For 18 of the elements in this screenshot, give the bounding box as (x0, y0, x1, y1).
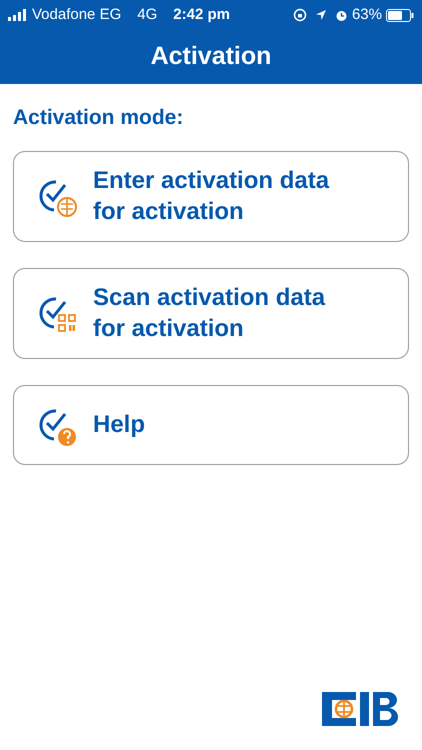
carrier-name: Vodafone EG (32, 4, 122, 25)
help-badge-icon (58, 428, 76, 446)
rotation-lock-icon (292, 8, 307, 22)
alarm-clock-icon (334, 8, 348, 22)
screen-title: Activation (150, 41, 272, 72)
location-arrow-icon (314, 9, 327, 21)
signal-icon (8, 9, 28, 21)
section-title: Activation mode: (13, 105, 184, 131)
battery-percentage: 63% (352, 4, 382, 25)
bank-logo-icon (320, 690, 400, 728)
activation-option-button[interactable]: Enter activation data for activation (13, 150, 409, 242)
clock-time: 2:42 pm (173, 4, 230, 25)
activation-option-button[interactable]: Scan activation data for activation (13, 268, 409, 358)
enter-badge-icon (57, 197, 77, 217)
battery-icon (386, 8, 414, 22)
network-type: 4G (137, 4, 158, 25)
activation-option-button[interactable]: Help (13, 384, 409, 464)
qr-code-icon (58, 314, 76, 332)
